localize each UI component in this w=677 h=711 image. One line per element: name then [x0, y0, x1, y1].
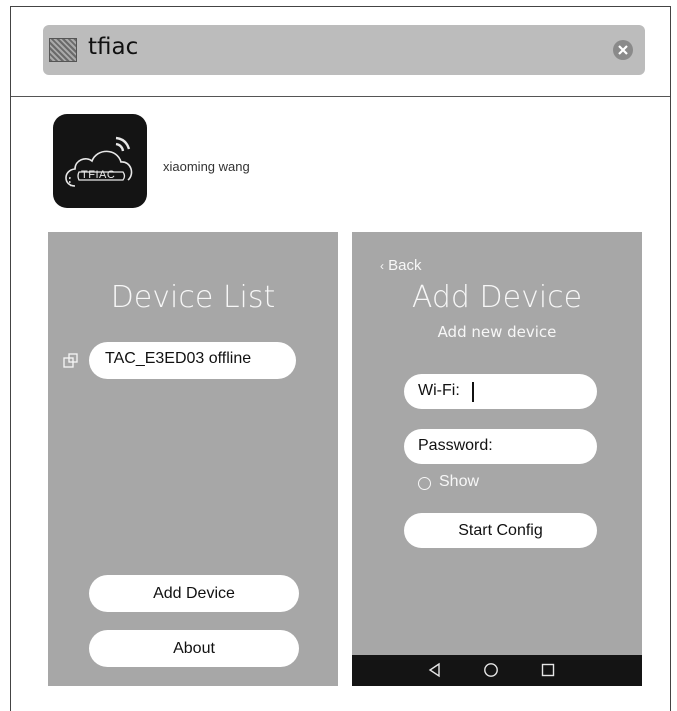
android-nav-bar [352, 655, 642, 686]
app-window: tfiac TFIAC xiaoming wang Device List TA… [10, 6, 671, 711]
user-name: xiaoming wang [163, 159, 250, 174]
back-link[interactable]: ‹ Back [380, 257, 422, 274]
add-device-panel: ‹ Back Add Device Add new device Wi-Fi: … [352, 232, 642, 686]
password-field[interactable]: Password: [404, 429, 597, 464]
add-device-title: Add Device [411, 280, 583, 315]
chevron-left-icon: ‹ [380, 259, 384, 273]
home-circle-icon[interactable] [483, 662, 499, 682]
password-label: Password: [418, 437, 493, 454]
add-device-button[interactable]: Add Device [89, 575, 299, 612]
device-list-item[interactable]: TAC_E3ED03 offline [89, 342, 296, 379]
device-list-title: Device List [110, 280, 276, 315]
device-item-label: TAC_E3ED03 offline [105, 350, 252, 367]
clear-icon[interactable] [613, 40, 633, 60]
device-list-panel: Device List TAC_E3ED03 offline Add Devic… [48, 232, 338, 686]
start-config-button[interactable]: Start Config [404, 513, 597, 548]
show-label: Show [439, 473, 480, 490]
app-thumbnail-icon [49, 38, 77, 62]
recents-square-icon[interactable] [540, 662, 556, 682]
search-area: tfiac [11, 7, 670, 97]
search-query[interactable]: tfiac [88, 34, 138, 60]
app-logo: TFIAC [53, 114, 147, 208]
back-triangle-icon[interactable] [427, 662, 443, 682]
about-button[interactable]: About [89, 630, 299, 667]
external-link-icon[interactable] [63, 353, 79, 373]
search-bar[interactable]: tfiac [43, 25, 645, 75]
text-cursor [472, 382, 474, 402]
wifi-field[interactable]: Wi-Fi: [404, 374, 597, 409]
cloud-wifi-icon [65, 136, 133, 187]
wifi-label: Wi-Fi: [418, 382, 460, 399]
show-radio[interactable] [418, 477, 431, 490]
logo-text: TFIAC [81, 169, 116, 181]
add-device-subtitle: Add new device [437, 323, 557, 341]
back-label: Back [388, 257, 422, 274]
